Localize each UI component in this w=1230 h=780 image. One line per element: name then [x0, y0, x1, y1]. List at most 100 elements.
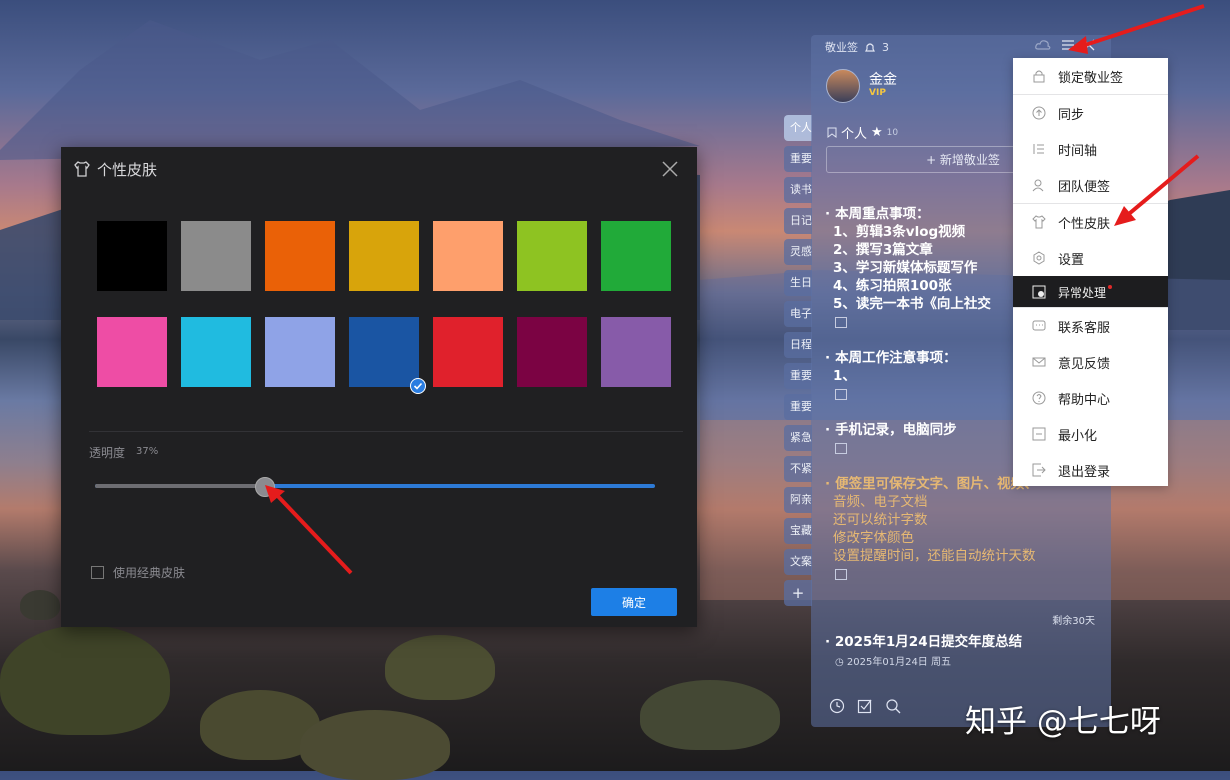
- menu-item[interactable]: 异常处理: [1013, 276, 1168, 308]
- rock: [20, 590, 60, 620]
- confirm-button[interactable]: 确定: [591, 588, 677, 616]
- classic-skin-checkbox[interactable]: [91, 566, 104, 579]
- menu-item-label: 同步: [1058, 107, 1085, 123]
- attachment-icon[interactable]: [835, 443, 847, 454]
- red-arrow-annotation: [1114, 154, 1200, 226]
- watermark: 知乎 @七七呀: [965, 704, 1161, 740]
- color-swatch[interactable]: [349, 221, 419, 291]
- category-tab[interactable]: 日程: [784, 332, 812, 358]
- rock: [640, 680, 780, 750]
- classic-skin-label: 使用经典皮肤: [113, 566, 186, 580]
- menu-item-label: 团队便签: [1058, 179, 1111, 195]
- category-tab[interactable]: 读书: [784, 177, 812, 203]
- menu-item-label: 时间轴: [1058, 143, 1098, 159]
- color-swatch[interactable]: [181, 221, 251, 291]
- category-tab[interactable]: 生日: [784, 270, 812, 296]
- timeline-icon: [1033, 144, 1044, 154]
- add-category-button[interactable]: +: [784, 580, 812, 606]
- menu-item[interactable]: 同步: [1013, 95, 1168, 131]
- menu-item[interactable]: 意见反馈: [1013, 344, 1168, 380]
- color-swatch[interactable]: [265, 317, 335, 387]
- folder-count: 10: [886, 127, 899, 138]
- menu-item[interactable]: 帮助中心: [1013, 380, 1168, 416]
- attachment-icon[interactable]: [835, 317, 847, 328]
- folder-name: 个人: [841, 127, 868, 142]
- logout-icon: [1032, 463, 1046, 477]
- mail-icon: [1032, 357, 1046, 367]
- menu-item[interactable]: 退出登录: [1013, 452, 1168, 488]
- menu-item[interactable]: 锁定敬业签: [1013, 58, 1168, 94]
- clock-icon[interactable]: [829, 698, 845, 714]
- menu-item-label: 最小化: [1058, 428, 1098, 444]
- category-tab[interactable]: 重要: [784, 394, 812, 420]
- skin-dialog: 个性皮肤 透明度 37% 使用经典皮肤 确定: [61, 147, 697, 627]
- color-swatch[interactable]: [517, 317, 587, 387]
- vip-badge: VIP: [869, 88, 886, 98]
- color-swatch[interactable]: [97, 317, 167, 387]
- category-tab[interactable]: 宝藏: [784, 518, 812, 544]
- bookmark-icon: [827, 127, 837, 138]
- opacity-label: 透明度: [89, 446, 126, 460]
- category-tab[interactable]: 不紧: [784, 456, 812, 482]
- color-swatch[interactable]: [181, 317, 251, 387]
- star-icon: ★: [871, 125, 883, 140]
- menu-item-label: 设置: [1058, 252, 1085, 268]
- search-icon[interactable]: [885, 698, 901, 714]
- close-icon[interactable]: [661, 160, 679, 178]
- color-swatch[interactable]: [349, 317, 426, 394]
- category-tab[interactable]: 阿亲: [784, 487, 812, 513]
- menu-item-label: 退出登录: [1058, 464, 1111, 480]
- category-tab[interactable]: 个人★: [784, 115, 812, 141]
- remaining-days: 剩余30天: [1052, 616, 1095, 627]
- note-item[interactable]: 便签里可保存文字、图片、视频、音频、电子文档还可以统计字数修改字体颜色设置提醒时…: [825, 475, 1105, 595]
- color-swatch[interactable]: [433, 317, 503, 387]
- menu-item-label: 锁定敬业签: [1058, 70, 1124, 86]
- attachment-icon[interactable]: [835, 389, 847, 400]
- category-tab[interactable]: 电子: [784, 301, 812, 327]
- opacity-slider-fill: [95, 484, 265, 488]
- shirt-icon: [74, 161, 90, 177]
- menu-item[interactable]: 联系客服: [1013, 308, 1168, 344]
- chat-icon: [1032, 320, 1046, 331]
- attachment-icon[interactable]: [835, 569, 847, 580]
- color-swatch[interactable]: [601, 221, 671, 291]
- opacity-slider[interactable]: [95, 484, 655, 488]
- app-name: 敬业签: [825, 41, 858, 54]
- menu-item[interactable]: 设置: [1013, 240, 1168, 276]
- settings-icon: [1033, 251, 1045, 265]
- minimize-icon: [1032, 427, 1046, 441]
- color-swatch[interactable]: [433, 221, 503, 291]
- category-tab[interactable]: 重要: [784, 146, 812, 172]
- category-tab[interactable]: 灵感: [784, 239, 812, 265]
- checkbox-icon[interactable]: [857, 698, 873, 714]
- dated-note-title[interactable]: · 2025年1月24日提交年度总结: [825, 630, 1022, 650]
- color-swatch[interactable]: [601, 317, 671, 387]
- folder-header[interactable]: 个人 ★ 10: [827, 123, 898, 142]
- note-line: 修改字体颜色: [833, 530, 914, 546]
- category-tab[interactable]: 重要: [784, 363, 812, 389]
- note-line: 设置提醒时间，还能自动统计天数: [833, 548, 1036, 564]
- opacity-value: 37%: [136, 446, 159, 457]
- color-swatch[interactable]: [97, 221, 167, 291]
- color-swatch[interactable]: [517, 221, 587, 291]
- category-tab[interactable]: 紧急: [784, 425, 812, 451]
- menu-item[interactable]: 最小化: [1013, 416, 1168, 452]
- red-arrow-annotation: [1068, 4, 1205, 54]
- category-tab[interactable]: 日记: [784, 208, 812, 234]
- note-line: 还可以统计字数: [833, 512, 928, 528]
- avatar[interactable]: [826, 69, 860, 103]
- exception-icon: [1032, 285, 1046, 299]
- selected-check-icon: [410, 378, 426, 394]
- new-dot-icon: [1108, 285, 1113, 289]
- rock: [385, 635, 495, 700]
- notification-count: 3: [882, 40, 889, 54]
- rock: [300, 710, 450, 780]
- main-menu: 锁定敬业签 同步 时间轴 团队便签 个性皮肤 设置 异常处理 联系客服 意见反馈 帮助中心 最小化退…: [1013, 58, 1168, 486]
- dated-note-date: ◷ 2025年01月24日 周五: [835, 657, 951, 668]
- cloud-icon[interactable]: [1035, 39, 1051, 51]
- sync-icon: [1032, 106, 1046, 120]
- bell-icon[interactable]: [864, 42, 876, 53]
- classic-skin-option[interactable]: 使用经典皮肤: [91, 564, 185, 581]
- color-swatch[interactable]: [265, 221, 335, 291]
- category-tab[interactable]: 文案: [784, 549, 812, 575]
